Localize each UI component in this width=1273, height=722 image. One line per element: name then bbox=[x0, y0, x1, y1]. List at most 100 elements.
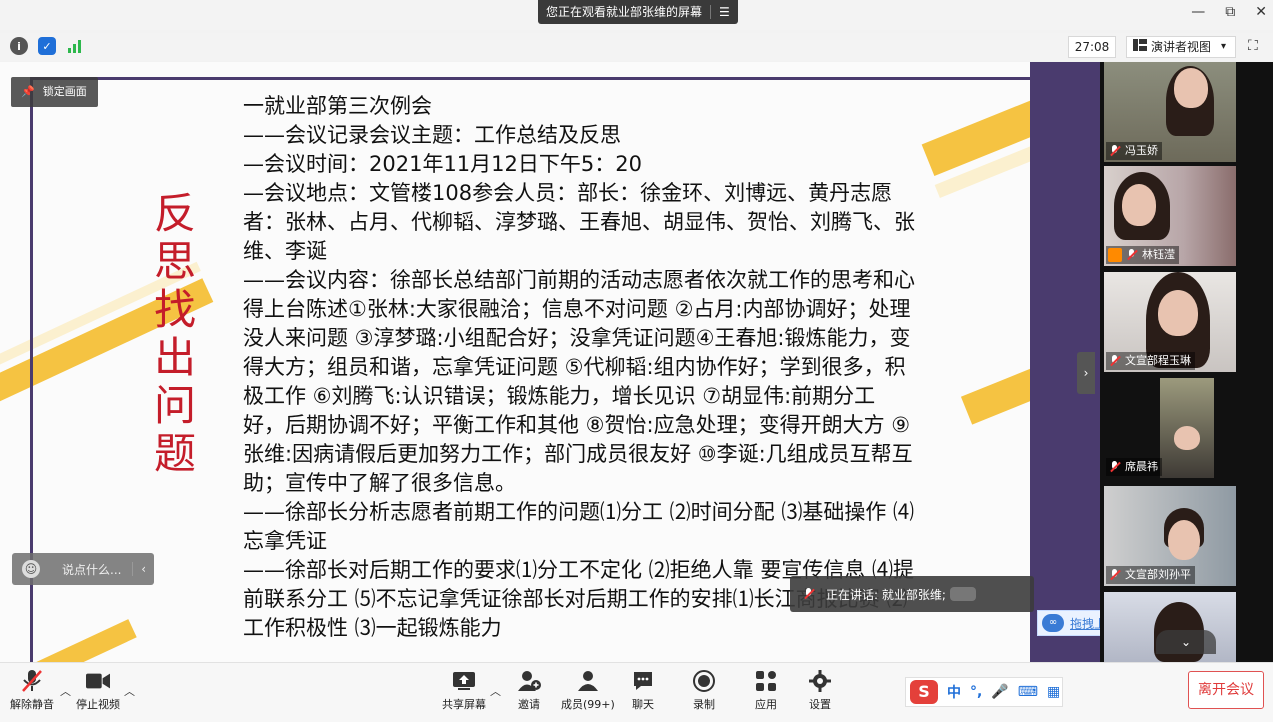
settings-label: 设置 bbox=[809, 698, 831, 711]
participant-label: 席晨祎 bbox=[1106, 458, 1162, 476]
lock-screen-label: 锁定画面 bbox=[42, 85, 87, 98]
participant-label: 文宣部刘孙平 bbox=[1106, 566, 1195, 584]
mic-muted-icon bbox=[1108, 354, 1122, 368]
participant-name: 林钰滢 bbox=[1142, 248, 1175, 261]
members-button[interactable]: 成员(99+) bbox=[561, 669, 615, 712]
apps-grid-icon bbox=[754, 669, 778, 693]
chat-button[interactable]: 聊天 bbox=[631, 669, 655, 712]
chat-placeholder: 说点什么... bbox=[62, 562, 122, 577]
unmute-label: 解除静音 bbox=[10, 698, 54, 711]
chat-bubble-icon bbox=[631, 669, 655, 693]
participant-name: 冯玉娇 bbox=[1125, 144, 1158, 157]
collapse-chat-icon[interactable]: ‹ bbox=[132, 562, 146, 576]
participant-tile[interactable]: 冯玉娇 bbox=[1104, 62, 1236, 162]
participant-name: 席晨祎 bbox=[1125, 460, 1158, 473]
layout-icon bbox=[1133, 37, 1147, 57]
minutes-line: —会议地点：文管楼108参会人员：部长：徐金环、刘博远、黄丹志愿者：张林、占月、… bbox=[243, 181, 915, 263]
drag-upload-button[interactable]: ∞ 拖拽上传 bbox=[1037, 610, 1100, 636]
participant-name: 文宣部程玉琳 bbox=[1125, 354, 1191, 367]
chevron-up-icon[interactable]: ︿ bbox=[60, 683, 71, 699]
signal-strength-icon[interactable] bbox=[66, 37, 84, 55]
share-screen-button[interactable]: 共享屏幕 bbox=[442, 669, 486, 712]
chevron-up-icon[interactable]: ︿ bbox=[124, 683, 135, 699]
settings-button[interactable]: 设置 bbox=[808, 669, 832, 712]
speaking-text: 正在讲话: 就业部张维; bbox=[826, 587, 946, 602]
participant-label: 林钰滢 bbox=[1106, 246, 1179, 264]
add-user-icon bbox=[517, 669, 541, 693]
mic-icon bbox=[802, 587, 816, 601]
apps-label: 应用 bbox=[755, 698, 777, 711]
active-speaker-indicator: 正在讲话: 就业部张维; bbox=[790, 576, 1034, 612]
stop-video-button[interactable]: 停止视频 bbox=[76, 669, 120, 712]
meeting-minutes-text: 一就业部第三次例会 ——会议记录会议主题：工作总结及反思 —会议时间：2021年… bbox=[243, 92, 915, 643]
menu-icon[interactable]: ☰ bbox=[719, 0, 730, 24]
blurred-overlay bbox=[949, 587, 976, 601]
participant-tile[interactable]: 席晨祎 bbox=[1104, 378, 1236, 478]
quick-chat-input[interactable]: ☺ 说点什么... ‹ bbox=[12, 553, 154, 585]
collapse-panel-toggle[interactable]: › bbox=[1077, 352, 1095, 394]
participant-tile[interactable]: 林钰滢 bbox=[1104, 166, 1236, 266]
voice-input-icon[interactable]: 🎤 bbox=[991, 684, 1008, 700]
close-icon[interactable]: ✕ bbox=[1255, 4, 1267, 20]
participant-name: 文宣部刘孙平 bbox=[1125, 568, 1191, 581]
invite-label: 邀请 bbox=[518, 698, 540, 711]
screen-share-banner[interactable]: 您正在观看就业部张维的屏幕 ☰ bbox=[538, 0, 738, 24]
fullscreen-icon[interactable]: ⛶ bbox=[1248, 38, 1258, 54]
mic-muted-icon bbox=[1125, 248, 1139, 262]
gear-icon bbox=[808, 669, 832, 693]
banner-divider bbox=[710, 5, 712, 19]
restore-icon[interactable]: ⧉ bbox=[1225, 4, 1235, 20]
pin-icon: 📌 bbox=[21, 85, 35, 98]
stop-video-label: 停止视频 bbox=[76, 698, 120, 711]
unmute-button[interactable]: 解除静音 bbox=[10, 669, 54, 712]
ime-punctuation[interactable]: °, bbox=[970, 684, 982, 700]
participant-label: 文宣部程玉琳 bbox=[1106, 352, 1195, 370]
members-label: 成员(99+) bbox=[561, 698, 615, 711]
minutes-line: ——会议记录会议主题：工作总结及反思 bbox=[243, 123, 621, 147]
mic-muted-icon bbox=[1108, 460, 1122, 474]
participant-label: 冯玉娇 bbox=[1106, 142, 1162, 160]
ime-tools-icon[interactable]: ▦ bbox=[1047, 684, 1060, 700]
share-screen-label: 共享屏幕 bbox=[442, 698, 486, 711]
meeting-timer: 27:08 bbox=[1068, 36, 1116, 58]
emoji-icon[interactable]: ☺ bbox=[22, 560, 40, 578]
mic-muted-icon bbox=[1108, 144, 1122, 158]
share-screen-icon bbox=[452, 669, 476, 693]
view-label: 演讲者视图 bbox=[1151, 40, 1212, 54]
leave-meeting-button[interactable]: 离开会议 bbox=[1188, 671, 1264, 709]
mic-muted-icon bbox=[1108, 568, 1122, 582]
participant-video bbox=[1158, 290, 1198, 336]
participant-video bbox=[1174, 68, 1208, 108]
minimize-icon[interactable]: — bbox=[1191, 4, 1205, 20]
shared-screen: 反思找出问题 一就业部第三次例会 ——会议记录会议主题：工作总结及反思 —会议时… bbox=[0, 62, 1100, 662]
avatar-icon bbox=[1108, 248, 1122, 262]
cloud-logo-icon: ∞ bbox=[1042, 614, 1064, 632]
record-button[interactable]: 录制 bbox=[692, 669, 716, 712]
security-shield-icon[interactable]: ✓ bbox=[38, 37, 56, 55]
input-method-toolbar[interactable]: S 中 °, 🎤 ⌨ ▦ bbox=[905, 677, 1063, 707]
info-icon[interactable]: i bbox=[10, 37, 28, 55]
record-icon bbox=[692, 669, 716, 693]
mic-muted-icon bbox=[20, 669, 44, 693]
chat-label: 聊天 bbox=[632, 698, 654, 711]
window-controls: — ⧉ ✕ bbox=[1191, 4, 1267, 20]
participant-video-list: 冯玉娇 林钰滢 文宣部程玉琳 席晨祎 文宣部刘孙平 ⌄ bbox=[1100, 62, 1273, 662]
ime-language[interactable]: 中 bbox=[947, 682, 961, 702]
participant-tile[interactable]: 文宣部程玉琳 bbox=[1104, 272, 1236, 372]
keyboard-icon[interactable]: ⌨ bbox=[1018, 684, 1038, 700]
video-camera-icon bbox=[86, 669, 110, 693]
minutes-line: 一就业部第三次例会 bbox=[243, 94, 432, 118]
participant-video bbox=[1174, 426, 1200, 450]
meeting-window: 您正在观看就业部张维的屏幕 ☰ — ⧉ ✕ i ✓ 27:08 演讲者视图 ▾ … bbox=[0, 0, 1273, 722]
members-icon bbox=[576, 669, 600, 693]
participant-tile[interactable]: 文宣部刘孙平 bbox=[1104, 486, 1236, 586]
scroll-down-button[interactable]: ⌄ bbox=[1156, 630, 1216, 654]
sogou-logo-icon: S bbox=[910, 680, 938, 704]
speaker-view-dropdown[interactable]: 演讲者视图 ▾ bbox=[1126, 36, 1236, 58]
bottom-toolbar: 解除静音 ︿ 停止视频 ︿ 共享屏幕 ︿ 邀请 成员(99+) 聊天 录制 应用… bbox=[0, 662, 1273, 722]
invite-button[interactable]: 邀请 bbox=[517, 669, 541, 712]
chevron-up-icon[interactable]: ︿ bbox=[490, 683, 501, 699]
minutes-line: —会议时间：2021年11月12日下午5：20 bbox=[243, 152, 642, 176]
apps-button[interactable]: 应用 bbox=[754, 669, 778, 712]
lock-screen-button[interactable]: 📌 锁定画面 bbox=[11, 77, 98, 107]
